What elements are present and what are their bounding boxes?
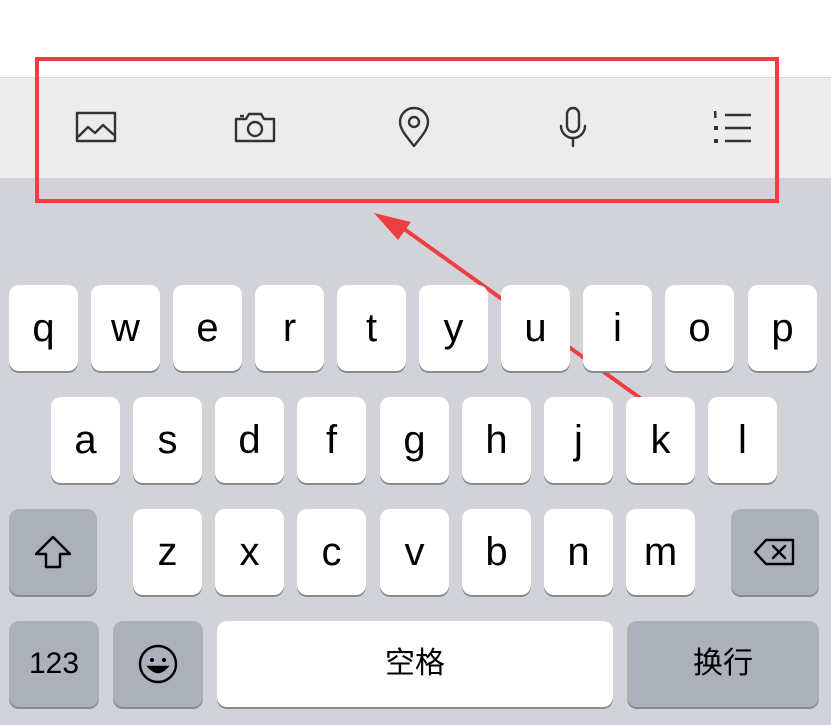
- camera-button[interactable]: [231, 103, 279, 151]
- key-b[interactable]: b: [462, 509, 531, 595]
- key-label: i: [613, 306, 622, 350]
- space-key-label: 空格: [385, 647, 445, 680]
- key-h[interactable]: h: [462, 397, 531, 483]
- location-pin-icon: [398, 106, 430, 148]
- key-q[interactable]: q: [9, 285, 78, 371]
- emoji-key[interactable]: [113, 621, 203, 707]
- key-c[interactable]: c: [297, 509, 366, 595]
- key-label: c: [321, 530, 342, 574]
- key-label: h: [485, 418, 508, 462]
- key-s[interactable]: s: [133, 397, 202, 483]
- key-label: f: [325, 418, 338, 462]
- text-input-area[interactable]: [0, 0, 831, 78]
- key-a[interactable]: a: [51, 397, 120, 483]
- key-t[interactable]: t: [337, 285, 406, 371]
- key-f[interactable]: f: [297, 397, 366, 483]
- space-key[interactable]: 空格: [217, 621, 613, 707]
- shift-key[interactable]: [9, 509, 97, 595]
- key-label: e: [196, 306, 219, 350]
- delete-key[interactable]: [731, 509, 819, 595]
- key-z[interactable]: z: [133, 509, 202, 595]
- key-k[interactable]: k: [626, 397, 695, 483]
- key-label: a: [74, 418, 97, 462]
- microphone-icon: [559, 106, 587, 148]
- image-icon: [75, 111, 117, 143]
- numbers-key-label: 123: [28, 647, 80, 680]
- backspace-icon: [753, 538, 795, 566]
- key-label: n: [567, 530, 590, 574]
- key-label: q: [32, 306, 55, 350]
- key-label: x: [239, 530, 260, 574]
- key-label: k: [650, 418, 671, 462]
- key-label: t: [365, 306, 378, 350]
- key-w[interactable]: w: [91, 285, 160, 371]
- key-label: r: [282, 306, 297, 350]
- key-m[interactable]: m: [626, 509, 695, 595]
- key-label: g: [403, 418, 426, 462]
- return-key[interactable]: 换行: [627, 621, 819, 707]
- key-j[interactable]: j: [544, 397, 613, 483]
- return-key-label: 换行: [693, 647, 753, 680]
- key-label: m: [643, 530, 678, 574]
- image-button[interactable]: [72, 103, 120, 151]
- emoji-icon: [138, 644, 178, 684]
- key-v[interactable]: v: [380, 509, 449, 595]
- key-x[interactable]: x: [215, 509, 284, 595]
- key-label: u: [524, 306, 547, 350]
- key-g[interactable]: g: [380, 397, 449, 483]
- key-label: w: [111, 306, 140, 350]
- key-label: y: [443, 306, 464, 350]
- key-label: v: [404, 530, 425, 574]
- key-e[interactable]: e: [173, 285, 242, 371]
- key-label: l: [738, 418, 747, 462]
- key-y[interactable]: y: [419, 285, 488, 371]
- key-label: o: [688, 306, 711, 350]
- key-label: z: [157, 530, 178, 574]
- key-n[interactable]: n: [544, 509, 613, 595]
- key-i[interactable]: i: [583, 285, 652, 371]
- key-label: j: [574, 418, 583, 462]
- list-button[interactable]: [708, 103, 756, 151]
- camera-icon: [234, 112, 276, 143]
- key-r[interactable]: r: [255, 285, 324, 371]
- key-label: d: [238, 418, 261, 462]
- shift-icon: [34, 535, 72, 569]
- key-d[interactable]: d: [215, 397, 284, 483]
- key-label: p: [771, 306, 794, 350]
- voice-button[interactable]: [549, 103, 597, 151]
- key-label: b: [485, 530, 508, 574]
- key-label: s: [157, 418, 178, 462]
- key-p[interactable]: p: [748, 285, 817, 371]
- numbered-list-icon: [714, 111, 751, 143]
- location-button[interactable]: [390, 103, 438, 151]
- key-l[interactable]: l: [708, 397, 777, 483]
- key-u[interactable]: u: [501, 285, 570, 371]
- numbers-key[interactable]: 123: [9, 621, 99, 707]
- key-o[interactable]: o: [665, 285, 734, 371]
